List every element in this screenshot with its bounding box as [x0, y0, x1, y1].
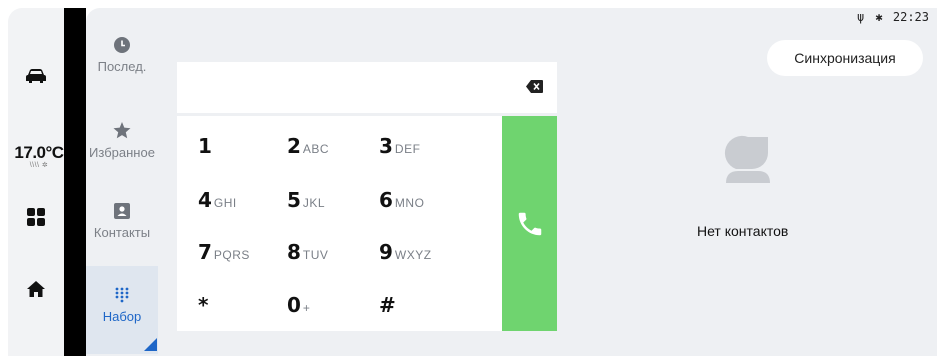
key-digit: 8 [287, 240, 301, 264]
star-icon [86, 122, 158, 139]
key-letters: WXYZ [394, 248, 432, 262]
temperature-value: 17.0°C [14, 143, 64, 162]
key-digit: * [198, 293, 209, 317]
key-7[interactable]: 7 PQRS [198, 240, 250, 268]
nav-item-dialpad[interactable]: Набор [86, 287, 158, 324]
nav-item-contacts[interactable]: Контакты [86, 203, 158, 240]
nav-label-recent: Послед. [97, 59, 147, 74]
nav-item-favorites[interactable]: Избранное [86, 122, 158, 160]
active-corner-marker [144, 338, 157, 351]
keypad [177, 116, 502, 331]
key-letters: + [302, 301, 311, 315]
key-9[interactable]: 9 WXYZ [379, 240, 432, 268]
sync-button[interactable]: Синхронизация [767, 40, 923, 76]
key-letters: DEF [394, 142, 421, 156]
panel-divider [64, 8, 86, 356]
key-letters: ABC [302, 142, 330, 156]
empty-contacts-text: Нет контактов [697, 223, 789, 239]
status-bar: ψ ✱ 22:23 [857, 10, 929, 24]
key-star[interactable]: * [198, 293, 210, 321]
key-digit: # [379, 293, 396, 317]
apps-grid-icon[interactable] [8, 207, 64, 227]
clock-icon [86, 37, 158, 53]
home-icon[interactable] [8, 279, 64, 299]
call-button[interactable] [502, 116, 557, 331]
contact-card-icon [86, 203, 158, 219]
key-digit: 6 [379, 188, 393, 212]
key-digit: 5 [287, 188, 301, 212]
clock-time: 22:23 [892, 10, 929, 24]
key-0[interactable]: 0 + [287, 293, 310, 321]
key-digit: 9 [379, 240, 393, 264]
key-digit: 3 [379, 134, 393, 158]
key-letters: MNO [394, 196, 425, 210]
dial-input[interactable] [177, 62, 557, 113]
key-letters: TUV [302, 248, 329, 262]
key-digit: 2 [287, 134, 301, 158]
key-hash[interactable]: # [379, 293, 398, 321]
car-icon[interactable] [8, 64, 64, 88]
dialpad-icon [86, 287, 158, 303]
nav-label-dialpad: Набор [102, 309, 142, 324]
key-5[interactable]: 5 JKL [287, 188, 325, 216]
phone-icon [518, 212, 541, 235]
key-letters: GHI [213, 196, 237, 210]
bluetooth-icon: ✱ [875, 10, 883, 24]
key-digit: 0 [287, 293, 301, 317]
nav-label-favorites: Избранное [89, 145, 155, 160]
key-8[interactable]: 8 TUV [287, 240, 328, 268]
key-digit: 7 [198, 240, 212, 264]
usb-icon: ψ [856, 10, 865, 24]
key-4[interactable]: 4 GHI [198, 188, 237, 216]
key-2[interactable]: 2 ABC [287, 134, 329, 162]
side-rail [8, 8, 64, 356]
key-digit: 4 [198, 188, 212, 212]
key-6[interactable]: 6 MNO [379, 188, 424, 216]
key-1[interactable]: 1 [198, 134, 214, 162]
key-digit: 1 [198, 134, 212, 158]
climate-temperature[interactable]: 17.0°C \\\\ ✲ [8, 143, 70, 169]
nav-label-contacts: Контакты [93, 225, 151, 240]
key-letters: PQRS [213, 248, 250, 262]
key-3[interactable]: 3 DEF [379, 134, 420, 162]
nav-item-recent[interactable]: Послед. [86, 37, 158, 74]
key-letters: JKL [302, 196, 326, 210]
backspace-icon[interactable] [526, 80, 543, 98]
contact-placeholder-icon [722, 133, 774, 190]
